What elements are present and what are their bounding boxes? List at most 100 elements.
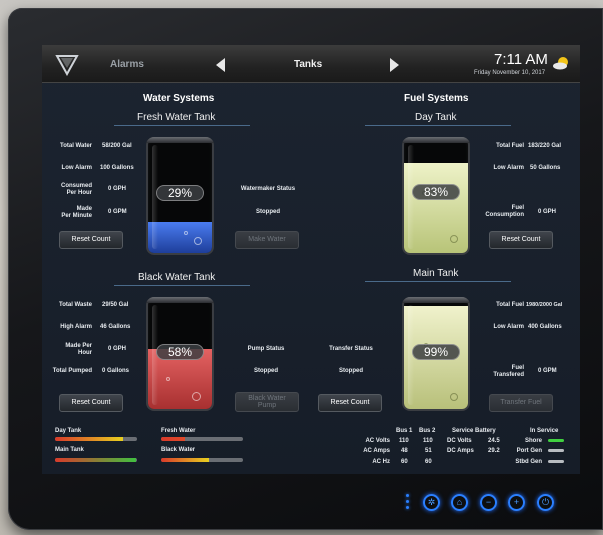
day-tank-rule [365,125,511,126]
ac-hz-bus2: 60 [425,459,432,465]
fuel-consumption-label-2: Consumption [485,212,524,218]
day-tank-percent: 83% [412,184,460,200]
main-total-fuel-value: 1980/2000 Gal [526,302,563,308]
port-gen-indicator [548,449,564,452]
hw-nav-button[interactable]: ✲ [423,494,440,511]
service-battery-header: Service Battery [452,428,496,434]
main-reset-count-button[interactable]: Reset Count [318,394,382,412]
fresh-water-rule [114,125,250,126]
make-water-button[interactable]: Make Water [235,231,299,249]
hw-minus-button[interactable]: − [480,494,497,511]
made-label-1: Made [76,206,92,212]
fuel-transfered-value: 0 GPM [538,368,557,374]
black-reset-count-button[interactable]: Reset Count [59,394,123,412]
fresh-reset-count-button[interactable]: Reset Count [59,231,123,249]
ac-amps-bus2: 51 [425,448,432,454]
shore-indicator [548,439,564,442]
hw-power-button[interactable]: ⏻ [537,494,554,511]
stbd-gen-label: Stbd Gen [515,459,542,465]
black-water-rule [114,285,250,286]
fuel-consumption-value: 0 GPH [538,209,557,215]
consumed-value: 0 GPH [108,186,127,192]
fuel-consumption-label-1: Fuel [511,205,524,211]
main-tank-rule [365,281,511,282]
port-gen-label: Port Gen [516,448,542,454]
fuel-systems-title: Fuel Systems [404,93,469,104]
day-low-alarm-value: 50 Gallons [530,165,561,171]
black-water-tank-title: Black Water Tank [138,272,216,283]
pump-status-label: Pump Status [247,346,285,352]
fuel-transfered-label-1: Fuel [511,365,524,371]
made-label-2: Per Minute [61,213,92,219]
main-tank-percent: 99% [412,344,460,360]
day-low-alarm-label: Low Alarm [493,165,524,171]
hw-plus-button[interactable]: + [508,494,525,511]
summary-fresh-water-label: Fresh Water [161,428,196,434]
high-alarm-label: High Alarm [60,324,92,330]
dc-volts-label: DC Volts [447,438,472,444]
main-total-fuel-label: Total Fuel [496,302,524,308]
total-water-label: Total Water [59,143,92,149]
fuel-transfered-label-2: Transfered [493,372,524,378]
power-icon: ⏻ [541,497,550,507]
summary-main-tank-bar [55,458,137,462]
total-waste-value: 29/50 Gal [102,302,129,308]
black-water-pump-button[interactable]: Black Water Pump [235,392,299,412]
made-value: 0 GPM [108,209,127,215]
dc-volts-value: 24.5 [488,438,500,444]
transfer-fuel-button[interactable]: Transfer Fuel [489,394,553,412]
day-tank-title: Day Tank [415,112,457,123]
day-reset-count-button[interactable]: Reset Count [489,231,553,249]
consumed-label-1: Consumed [60,183,92,189]
fresh-water-percent: 29% [156,185,204,201]
ac-hz-bus1: 60 [401,459,408,465]
pump-status-value: Stopped [254,368,278,374]
next-page-arrow-icon[interactable] [390,58,399,72]
high-alarm-value: 46 Gallons [100,324,131,330]
page-title: Tanks [294,59,323,70]
consumed-label-2: Per Hour [66,190,92,196]
black-made-label-1: Made Per [65,343,92,349]
ac-volts-label: AC Volts [365,438,390,444]
day-tank-gauge: 83% [402,137,470,255]
alarms-link[interactable]: Alarms [110,59,144,70]
ac-volts-bus2: 110 [423,438,433,444]
ac-amps-label: AC Amps [363,448,390,454]
fresh-water-tank-title: Fresh Water Tank [137,112,216,123]
hw-menu-dot [406,506,409,509]
hw-menu-dot [406,500,409,503]
black-made-label-2: Hour [78,350,92,356]
black-water-tank-gauge: 58% [146,297,214,411]
ac-volts-bus1: 110 [399,438,409,444]
fresh-low-alarm-value: 100 Gallons [100,165,134,171]
black-water-pump-label-2: Pump [257,402,277,409]
main-tank-gauge: 99% [402,297,470,411]
menu-logo-icon[interactable] [55,54,79,76]
watermaker-status-value: Stopped [256,209,280,215]
summary-main-tank-label: Main Tank [55,447,84,453]
black-made-value: 0 GPH [108,346,127,352]
summary-fresh-water-bar [161,437,243,441]
dc-amps-label: DC Amps [447,448,474,454]
partly-sunny-icon [553,57,568,70]
nav-icon: ✲ [427,497,436,507]
shore-label: Shore [524,438,542,444]
stbd-gen-indicator [548,460,564,463]
screen: Alarms Tanks 7:11 AM Friday November 10,… [42,45,580,474]
hw-home-button[interactable]: ⌂ [451,494,468,511]
ac-amps-bus1: 48 [401,448,408,454]
hw-menu-dot [406,494,409,497]
day-total-fuel-label: Total Fuel [496,143,524,149]
total-pumped-label: Total Pumped [52,368,92,374]
minus-icon: − [485,497,492,507]
prev-page-arrow-icon[interactable] [216,58,225,72]
dc-amps-value: 29.2 [488,448,500,454]
in-service-header: In Service [530,428,559,434]
transfer-status-value: Stopped [339,368,363,374]
transfer-status-label: Transfer Status [329,346,373,352]
watermaker-status-label: Watermaker Status [240,186,296,192]
main-low-alarm-value: 400 Gallons [528,324,562,330]
summary-day-tank-label: Day Tank [55,428,82,434]
bus1-header: Bus 1 [396,428,413,434]
summary-black-water-label: Black Water [161,447,196,453]
